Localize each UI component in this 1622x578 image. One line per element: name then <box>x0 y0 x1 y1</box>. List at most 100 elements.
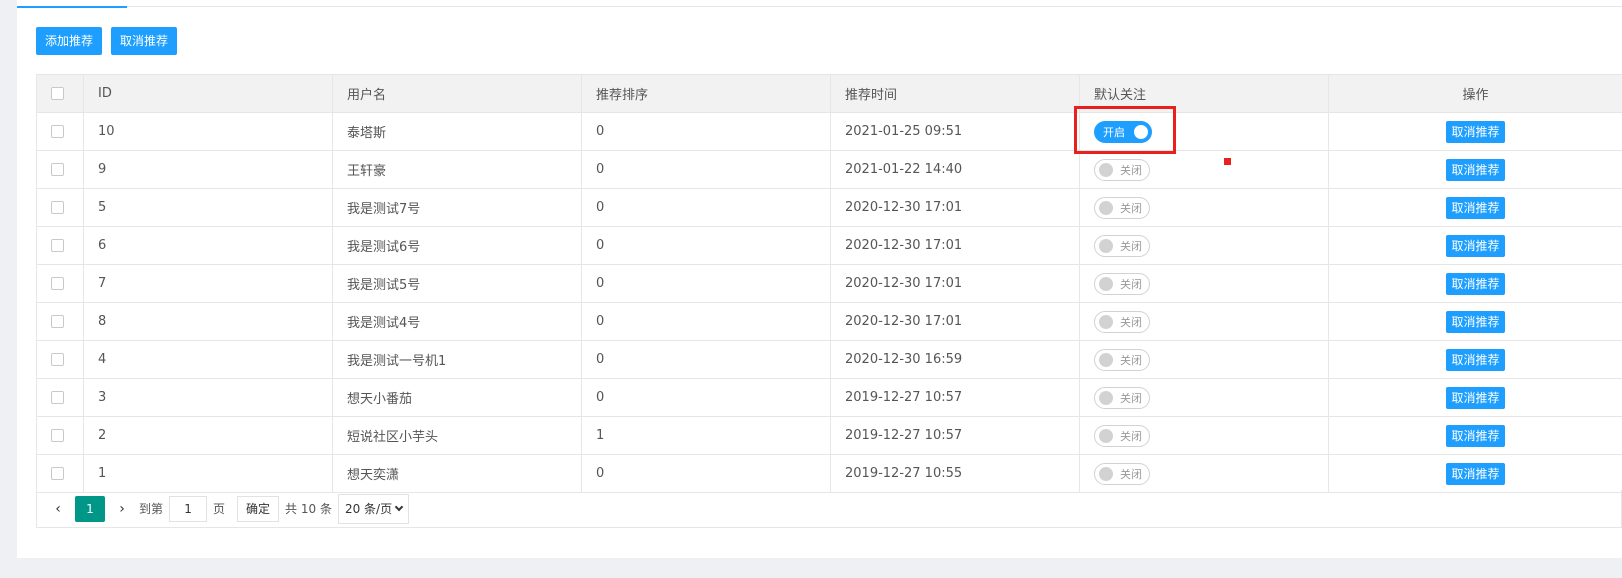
cell-time: 2019-12-27 10:55 <box>830 454 1080 493</box>
goto-page-input[interactable]: 1 <box>169 495 208 522</box>
row-checkbox[interactable] <box>51 277 64 290</box>
chevron-left-icon[interactable]: ‹ <box>47 497 69 521</box>
table-row: 5 我是测试7号 0 2020-12-30 17:01 关闭 取消推荐 <box>36 188 1622 227</box>
default-follow-toggle[interactable]: 关闭 <box>1094 348 1150 371</box>
row-cancel-recommend-button[interactable]: 取消推荐 <box>1446 386 1505 409</box>
cursor-marker <box>1224 158 1231 165</box>
cell-id: 4 <box>83 340 333 379</box>
add-recommend-button[interactable]: 添加推荐 <box>36 27 102 55</box>
total-count: 共 10 条 <box>285 502 332 516</box>
table-header-row: ID 用户名 推荐排序 推荐时间 默认关注 操作 <box>36 74 1622 113</box>
goto-confirm-button[interactable]: 确定 <box>237 495 280 522</box>
cancel-recommend-button[interactable]: 取消推荐 <box>111 27 177 55</box>
cell-id: 10 <box>83 112 333 151</box>
cell-username: 泰塔斯 <box>332 112 582 151</box>
cell-time: 2019-12-27 10:57 <box>830 378 1080 417</box>
row-select-cell[interactable] <box>36 416 84 455</box>
row-cancel-recommend-button[interactable]: 取消推荐 <box>1446 462 1505 485</box>
recommend-table: ID 用户名 推荐排序 推荐时间 默认关注 操作 10 泰塔斯 0 2021-0… <box>36 74 1622 493</box>
cell-follow: 关闭 <box>1079 454 1329 493</box>
cell-action: 取消推荐 <box>1328 302 1622 341</box>
chevron-right-icon[interactable]: › <box>111 497 133 521</box>
row-checkbox[interactable] <box>51 467 64 480</box>
row-checkbox[interactable] <box>51 315 64 328</box>
row-cancel-recommend-button[interactable]: 取消推荐 <box>1446 348 1505 371</box>
row-checkbox[interactable] <box>51 125 64 138</box>
cell-follow: 关闭 <box>1079 188 1329 227</box>
toggle-knob <box>1099 390 1113 405</box>
row-select-cell[interactable] <box>36 226 84 265</box>
cell-sort: 0 <box>581 302 831 341</box>
row-checkbox[interactable] <box>51 391 64 404</box>
toggle-label: 关闭 <box>1120 467 1142 481</box>
row-checkbox[interactable] <box>51 201 64 214</box>
cell-action: 取消推荐 <box>1328 454 1622 493</box>
cell-action: 取消推荐 <box>1328 188 1622 227</box>
row-cancel-recommend-button[interactable]: 取消推荐 <box>1446 310 1505 333</box>
row-select-cell[interactable] <box>36 302 84 341</box>
row-cancel-recommend-button[interactable]: 取消推荐 <box>1446 120 1505 143</box>
row-cancel-recommend-button[interactable]: 取消推荐 <box>1446 424 1505 447</box>
default-follow-toggle[interactable]: 关闭 <box>1094 158 1150 181</box>
header-id: ID <box>83 74 333 113</box>
row-select-cell[interactable] <box>36 188 84 227</box>
row-checkbox[interactable] <box>51 353 64 366</box>
table-row: 10 泰塔斯 0 2021-01-25 09:51 开启 取消推荐 <box>36 112 1622 151</box>
row-select-cell[interactable] <box>36 340 84 379</box>
pagination: ‹ 1 › 到第 1 页 确定 共 10 条 20 条/页 <box>36 490 1622 528</box>
toggle-knob <box>1099 466 1113 481</box>
page-size-select[interactable]: 20 条/页 <box>337 493 410 524</box>
select-all-checkbox[interactable] <box>51 87 64 100</box>
row-cancel-recommend-button[interactable]: 取消推荐 <box>1446 158 1505 181</box>
cell-sort: 0 <box>581 226 831 265</box>
default-follow-toggle[interactable]: 关闭 <box>1094 310 1150 333</box>
cell-follow: 关闭 <box>1079 416 1329 455</box>
row-cancel-recommend-button[interactable]: 取消推荐 <box>1446 196 1505 219</box>
row-select-cell[interactable] <box>36 112 84 151</box>
row-select-cell[interactable] <box>36 264 84 303</box>
cell-time: 2019-12-27 10:57 <box>830 416 1080 455</box>
toggle-label: 关闭 <box>1120 239 1142 253</box>
row-checkbox[interactable] <box>51 239 64 252</box>
page-size-value: 20 条/页 <box>344 501 393 516</box>
cell-sort: 0 <box>581 188 831 227</box>
toggle-knob <box>1099 352 1113 367</box>
cell-username: 想天小番茄 <box>332 378 582 417</box>
page-label: 页 <box>213 502 226 516</box>
cell-action: 取消推荐 <box>1328 112 1622 151</box>
cell-follow: 关闭 <box>1079 378 1329 417</box>
row-select-cell[interactable] <box>36 454 84 493</box>
cell-action: 取消推荐 <box>1328 378 1622 417</box>
cell-action: 取消推荐 <box>1328 416 1622 455</box>
cell-time: 2020-12-30 17:01 <box>830 188 1080 227</box>
row-cancel-recommend-button[interactable]: 取消推荐 <box>1446 234 1505 257</box>
default-follow-toggle[interactable]: 关闭 <box>1094 424 1150 447</box>
cell-time: 2020-12-30 17:01 <box>830 302 1080 341</box>
row-select-cell[interactable] <box>36 378 84 417</box>
default-follow-toggle[interactable]: 关闭 <box>1094 462 1150 485</box>
cell-time: 2021-01-22 14:40 <box>830 150 1080 189</box>
cell-id: 3 <box>83 378 333 417</box>
select-all-cell[interactable] <box>36 74 84 113</box>
row-cancel-recommend-button[interactable]: 取消推荐 <box>1446 272 1505 295</box>
default-follow-toggle[interactable]: 关闭 <box>1094 386 1150 409</box>
cell-username: 想天奕潇 <box>332 454 582 493</box>
cell-id: 6 <box>83 226 333 265</box>
default-follow-toggle[interactable]: 关闭 <box>1094 272 1150 295</box>
current-page[interactable]: 1 <box>75 495 105 522</box>
default-follow-toggle[interactable]: 关闭 <box>1094 196 1150 219</box>
row-select-cell[interactable] <box>36 150 84 189</box>
toggle-knob <box>1099 314 1113 329</box>
cell-follow: 关闭 <box>1079 226 1329 265</box>
default-follow-toggle[interactable]: 关闭 <box>1094 234 1150 257</box>
active-tab-indicator <box>17 6 127 8</box>
goto-label: 到第 <box>139 502 164 516</box>
row-checkbox[interactable] <box>51 163 64 176</box>
cell-sort: 0 <box>581 454 831 493</box>
toggle-knob <box>1099 238 1113 253</box>
toggle-label: 关闭 <box>1120 315 1142 329</box>
cell-follow: 关闭 <box>1079 302 1329 341</box>
cell-action: 取消推荐 <box>1328 340 1622 379</box>
cell-sort: 0 <box>581 340 831 379</box>
row-checkbox[interactable] <box>51 429 64 442</box>
